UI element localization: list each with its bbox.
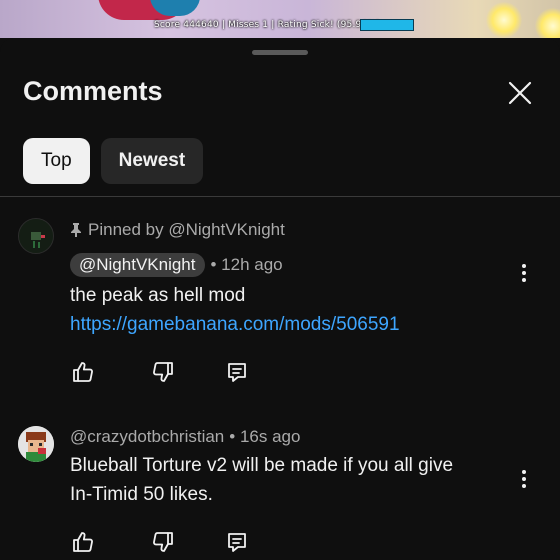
more-options-button[interactable] (514, 464, 534, 494)
author-badge[interactable]: @NightVKnight (70, 253, 205, 277)
kebab-dot (522, 278, 526, 282)
dislike-button[interactable] (150, 529, 176, 555)
close-icon (508, 81, 532, 105)
drag-handle[interactable] (252, 50, 308, 55)
thumbs-down-icon (153, 362, 173, 382)
author-name[interactable]: @crazydotbchristian (70, 427, 224, 447)
avatar-image (18, 426, 54, 462)
comment-meta: @crazydotbchristian • 16s ago (70, 427, 300, 447)
comment-link[interactable]: https://gamebanana.com/mods/506591 (70, 310, 400, 339)
chip-top[interactable]: Top (23, 138, 90, 184)
video-player-strip[interactable]: Score 444640 | Misses 1 | Rating Sick! (… (0, 0, 560, 38)
reply-button[interactable] (224, 529, 250, 555)
kebab-dot (522, 264, 526, 268)
reply-icon (228, 363, 246, 382)
pin-icon (71, 223, 81, 237)
comment-actions (70, 359, 250, 385)
thumbs-down-icon (153, 532, 173, 552)
close-button[interactable] (503, 76, 537, 110)
divider (0, 196, 560, 197)
avatar-image (19, 219, 53, 253)
comment-time: • 12h ago (210, 255, 283, 274)
reply-button[interactable] (224, 359, 250, 385)
kebab-dot (522, 484, 526, 488)
like-button[interactable] (70, 359, 96, 385)
avatar[interactable] (18, 426, 54, 462)
comment-text: the peak as hell mod (70, 285, 246, 306)
sheet-title: Comments (23, 76, 163, 106)
sort-chips: Top Newest (23, 138, 204, 184)
thumbs-up-icon (73, 362, 93, 382)
game-health-bar (360, 19, 414, 31)
pinned-text: Pinned by @NightVKnight (88, 220, 285, 239)
kebab-dot (522, 477, 526, 481)
pinned-label: Pinned by @NightVKnight (70, 220, 285, 240)
kebab-dot (522, 470, 526, 474)
comment-text-line-2: In-Timid 50 likes. (70, 484, 213, 505)
comment-actions (70, 529, 250, 555)
thumbs-up-icon (73, 532, 93, 552)
game-hud-text: Score 444640 | Misses 1 | Rating Sick! (… (154, 20, 380, 30)
comment-body: the peak as hell mod https://gamebanana.… (70, 281, 400, 339)
comment-text-line-1: Blueball Torture v2 will be made if you … (70, 455, 454, 476)
comment-meta: @NightVKnight • 12h ago (70, 253, 283, 277)
video-light-glow-2 (535, 8, 560, 38)
avatar[interactable] (18, 218, 54, 254)
kebab-dot (522, 271, 526, 275)
video-light-glow (486, 2, 522, 38)
comments-sheet: Comments Top Newest Pinned by @NightVKni… (0, 38, 560, 560)
comment-time: • 16s ago (229, 427, 301, 446)
more-options-button[interactable] (514, 258, 534, 288)
comment-body: Blueball Torture v2 will be made if you … (70, 451, 453, 509)
chip-newest[interactable]: Newest (100, 138, 204, 184)
dislike-button[interactable] (150, 359, 176, 385)
reply-icon (228, 533, 246, 552)
like-button[interactable] (70, 529, 96, 555)
